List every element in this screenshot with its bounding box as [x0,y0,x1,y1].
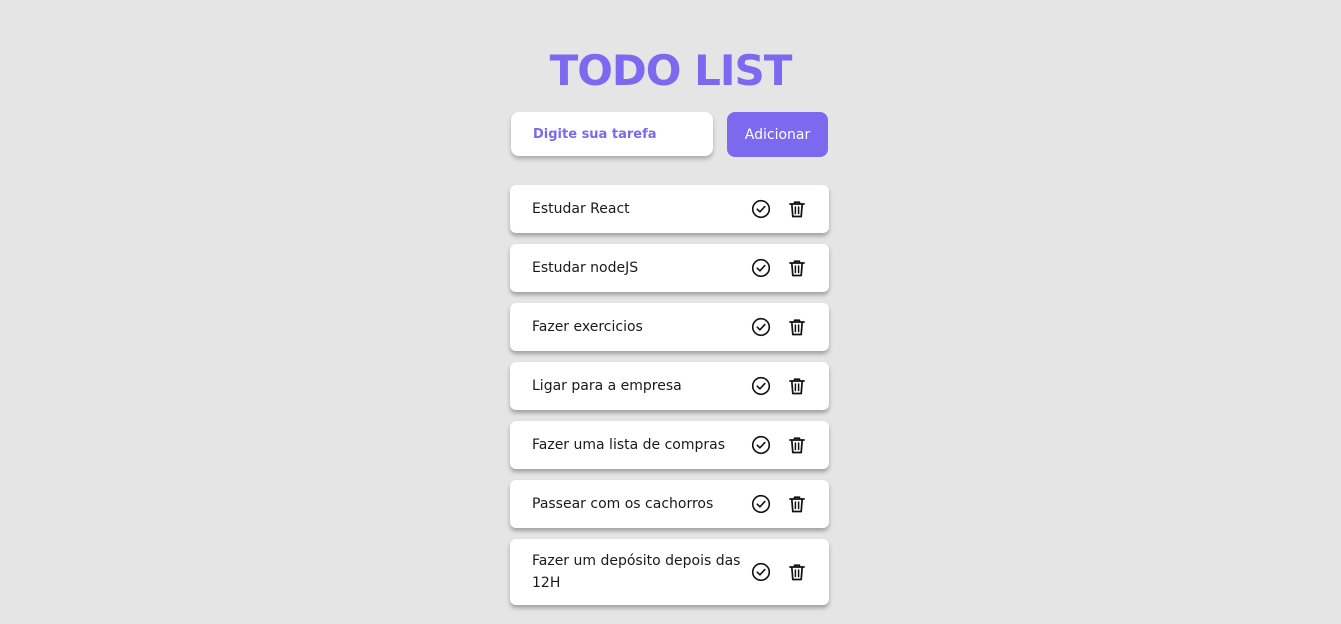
task-item: Fazer um depósito depois das 12H [510,539,829,605]
task-item: Passear com os cachorros [510,480,829,528]
task-actions [749,433,809,457]
task-list: Estudar React Estudar nodeJS Fazer exerc… [510,185,829,616]
task-item: Fazer exercicios [510,303,829,351]
trash-icon[interactable] [785,560,809,584]
trash-icon[interactable] [785,374,809,398]
task-actions [749,197,809,221]
task-input[interactable] [533,126,703,142]
add-task-button[interactable]: Adicionar [727,112,828,157]
check-circle-icon[interactable] [749,374,773,398]
task-text: Passear com os cachorros [532,496,714,512]
task-item: Estudar React [510,185,829,233]
trash-icon[interactable] [785,315,809,339]
task-text: Fazer uma lista de compras [532,437,726,453]
check-circle-icon[interactable] [749,315,773,339]
check-circle-icon[interactable] [749,433,773,457]
trash-icon[interactable] [785,492,809,516]
task-text: Fazer exercicios [532,319,643,335]
trash-icon[interactable] [785,197,809,221]
task-input-container [511,112,713,156]
task-text: Estudar React [532,201,630,217]
check-circle-icon[interactable] [749,197,773,221]
task-text: Estudar nodeJS [532,260,639,276]
task-actions [749,256,809,280]
task-item: Estudar nodeJS [510,244,829,292]
trash-icon[interactable] [785,256,809,280]
task-text: Ligar para a empresa [532,378,682,394]
check-circle-icon[interactable] [749,256,773,280]
check-circle-icon[interactable] [749,492,773,516]
check-circle-icon[interactable] [749,560,773,584]
task-actions [749,315,809,339]
task-item: Fazer uma lista de compras [510,421,829,469]
task-actions [749,560,809,584]
task-item: Ligar para a empresa [510,362,829,410]
task-actions [749,374,809,398]
task-text: Fazer um depósito depois das 12H [532,553,741,591]
task-actions [749,492,809,516]
trash-icon[interactable] [785,433,809,457]
page-title: TODO LIST [549,46,793,96]
